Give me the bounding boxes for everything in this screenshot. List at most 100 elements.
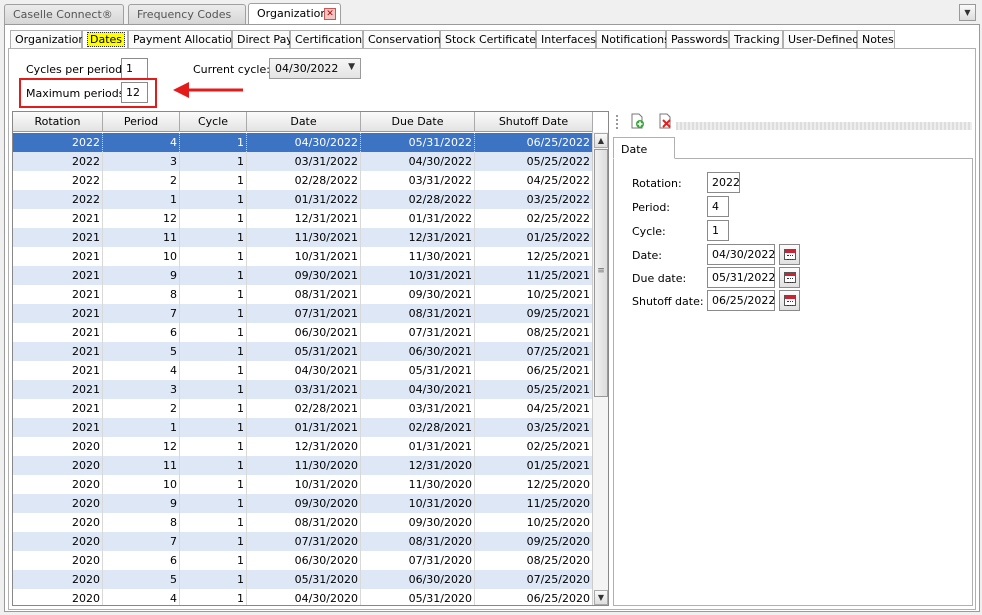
calendar-icon[interactable] — [779, 290, 800, 311]
cell-rotation: 2020 — [13, 570, 103, 589]
table-row[interactable]: 2021 4 1 04/30/2021 05/31/2021 06/25/2021 — [13, 361, 593, 380]
scroll-up-icon[interactable]: ▲ — [594, 133, 608, 148]
cycles-per-period-field[interactable]: 1 — [121, 58, 148, 79]
cell-date: 02/28/2021 — [247, 399, 361, 418]
tab-date[interactable]: Date — [613, 137, 675, 159]
table-row[interactable]: 2021 3 1 03/31/2021 04/30/2021 05/25/2021 — [13, 380, 593, 399]
table-row[interactable]: 2021 2 1 02/28/2021 03/31/2021 04/25/2021 — [13, 399, 593, 418]
table-row[interactable]: 2021 10 1 10/31/2021 11/30/2021 12/25/2021 — [13, 247, 593, 266]
calendar-icon[interactable] — [779, 244, 800, 265]
column-header-shutoff-date[interactable]: Shutoff Date — [475, 112, 593, 132]
table-row[interactable]: 2021 6 1 06/30/2021 07/31/2021 08/25/2021 — [13, 323, 593, 342]
column-header-rotation[interactable]: Rotation — [13, 112, 103, 132]
tab-label: Interfaces — [541, 33, 596, 46]
cell-rotation: 2021 — [13, 285, 103, 304]
cycle-field[interactable]: 1 — [707, 220, 729, 241]
tab-passwords[interactable]: Passwords — [666, 30, 729, 49]
delete-row-icon[interactable] — [656, 113, 674, 131]
scroll-down-icon[interactable]: ▼ — [594, 590, 608, 605]
due-date-field[interactable]: 05/31/2022 — [707, 267, 775, 288]
cell-rotation: 2020 — [13, 513, 103, 532]
table-row[interactable]: 2021 8 1 08/31/2021 09/30/2021 10/25/2021 — [13, 285, 593, 304]
tab-stock-certificates[interactable]: Stock Certificates — [440, 30, 542, 49]
column-header-due-date[interactable]: Due Date — [361, 112, 475, 132]
table-row[interactable]: 2021 11 1 11/30/2021 12/31/2021 01/25/2022 — [13, 228, 593, 247]
table-row[interactable]: 2020 7 1 07/31/2020 08/31/2020 09/25/2020 — [13, 532, 593, 551]
tab-dates[interactable]: Dates — [82, 30, 128, 49]
doc-tab-label: Frequency Codes — [137, 8, 232, 21]
grid-scrollbar[interactable]: ▲ ≡ ▼ — [592, 132, 608, 605]
cell-due-date: 05/31/2020 — [361, 589, 475, 605]
cell-rotation: 2021 — [13, 418, 103, 437]
table-row[interactable]: 2022 1 1 01/31/2022 02/28/2022 03/25/2022 — [13, 190, 593, 209]
period-field[interactable]: 4 — [707, 196, 729, 217]
tab-conservation[interactable]: Conservation — [363, 30, 441, 49]
table-row[interactable]: 2020 4 1 04/30/2020 05/31/2020 06/25/2020 — [13, 589, 593, 605]
cell-shutoff-date: 07/25/2020 — [475, 570, 593, 589]
doc-tab-frequency-codes[interactable]: Frequency Codes — [128, 4, 246, 24]
current-cycle-select[interactable]: 04/30/2022 ▼ — [269, 58, 361, 79]
table-row[interactable]: 2021 12 1 12/31/2021 01/31/2022 02/25/2022 — [13, 209, 593, 228]
tab-organization[interactable]: Organization — [10, 30, 85, 49]
cell-date: 04/30/2022 — [247, 133, 361, 152]
cell-due-date: 07/31/2021 — [361, 323, 475, 342]
close-icon[interactable]: ✕ — [324, 8, 336, 20]
table-row[interactable]: 2020 10 1 10/31/2020 11/30/2020 12/25/2020 — [13, 475, 593, 494]
tab-tracking[interactable]: Tracking — [729, 30, 783, 49]
table-row[interactable]: 2022 2 1 02/28/2022 03/31/2022 04/25/2022 — [13, 171, 593, 190]
cell-cycle: 1 — [180, 342, 247, 361]
tab-notifications[interactable]: Notifications — [596, 30, 670, 49]
table-row[interactable]: 2021 9 1 09/30/2021 10/31/2021 11/25/2021 — [13, 266, 593, 285]
add-row-icon[interactable] — [628, 113, 646, 131]
cell-date: 07/31/2020 — [247, 532, 361, 551]
toolbar-band — [676, 122, 972, 130]
table-row[interactable]: 2020 8 1 08/31/2020 09/30/2020 10/25/2020 — [13, 513, 593, 532]
cell-shutoff-date: 11/25/2021 — [475, 266, 593, 285]
tab-label: Payment Allocation — [133, 33, 239, 46]
table-row[interactable]: 2020 5 1 05/31/2020 06/30/2020 07/25/2020 — [13, 570, 593, 589]
table-row[interactable]: 2021 5 1 05/31/2021 06/30/2021 07/25/2021 — [13, 342, 593, 361]
chevron-down-icon[interactable]: ▼ — [959, 4, 976, 21]
table-row[interactable]: 2020 6 1 06/30/2020 07/31/2020 08/25/2020 — [13, 551, 593, 570]
tab-label: Notifications — [601, 33, 670, 46]
cell-date: 11/30/2021 — [247, 228, 361, 247]
table-row[interactable]: 2021 1 1 01/31/2021 02/28/2021 03/25/2021 — [13, 418, 593, 437]
tab-notes[interactable]: Notes — [857, 30, 895, 49]
tab-user-defined[interactable]: User-Defined — [783, 30, 859, 49]
cell-cycle: 1 — [180, 152, 247, 171]
column-header-period[interactable]: Period — [103, 112, 180, 132]
cell-rotation: 2020 — [13, 437, 103, 456]
column-header-cycle[interactable]: Cycle — [180, 112, 247, 132]
tab-certification[interactable]: Certification — [290, 30, 363, 49]
cell-shutoff-date: 05/25/2021 — [475, 380, 593, 399]
cell-shutoff-date: 07/25/2021 — [475, 342, 593, 361]
shutoff-date-field[interactable]: 06/25/2022 — [707, 290, 775, 311]
table-row[interactable]: 2021 7 1 07/31/2021 08/31/2021 09/25/2021 — [13, 304, 593, 323]
cell-rotation: 2020 — [13, 456, 103, 475]
cell-date: 05/31/2020 — [247, 570, 361, 589]
tab-interfaces[interactable]: Interfaces — [536, 30, 596, 49]
table-row[interactable]: 2022 3 1 03/31/2022 04/30/2022 05/25/2022 — [13, 152, 593, 171]
doc-tab-organization[interactable]: Organization ✕ — [248, 3, 341, 25]
calendar-icon[interactable] — [779, 267, 800, 288]
dates-grid: Rotation Period Cycle Date Due Date Shut… — [12, 111, 609, 606]
maximum-periods-field[interactable]: 12 — [121, 82, 148, 103]
table-row[interactable]: 2020 12 1 12/31/2020 01/31/2021 02/25/2021 — [13, 437, 593, 456]
tab-direct-pay[interactable]: Direct Pay — [232, 30, 293, 49]
scroll-thumb[interactable]: ≡ — [594, 149, 608, 397]
table-row[interactable]: 2020 9 1 09/30/2020 10/31/2020 11/25/2020 — [13, 494, 593, 513]
date-field[interactable]: 04/30/2022 — [707, 244, 775, 265]
table-row[interactable]: 2022 4 1 04/30/2022 05/31/2022 06/25/2022 — [13, 133, 593, 152]
doc-tab-label: Organization — [257, 7, 328, 20]
cell-cycle: 1 — [180, 551, 247, 570]
cell-shutoff-date: 06/25/2021 — [475, 361, 593, 380]
cell-shutoff-date: 02/25/2022 — [475, 209, 593, 228]
cell-period: 8 — [103, 285, 180, 304]
doc-tab-caselle-connect[interactable]: Caselle Connect® — [4, 4, 124, 24]
table-row[interactable]: 2020 11 1 11/30/2020 12/31/2020 01/25/2021 — [13, 456, 593, 475]
cell-period: 6 — [103, 551, 180, 570]
cell-date: 01/31/2021 — [247, 418, 361, 437]
tab-payment-allocation[interactable]: Payment Allocation — [128, 30, 239, 49]
column-header-date[interactable]: Date — [247, 112, 361, 132]
rotation-field[interactable]: 2022 — [707, 172, 740, 193]
